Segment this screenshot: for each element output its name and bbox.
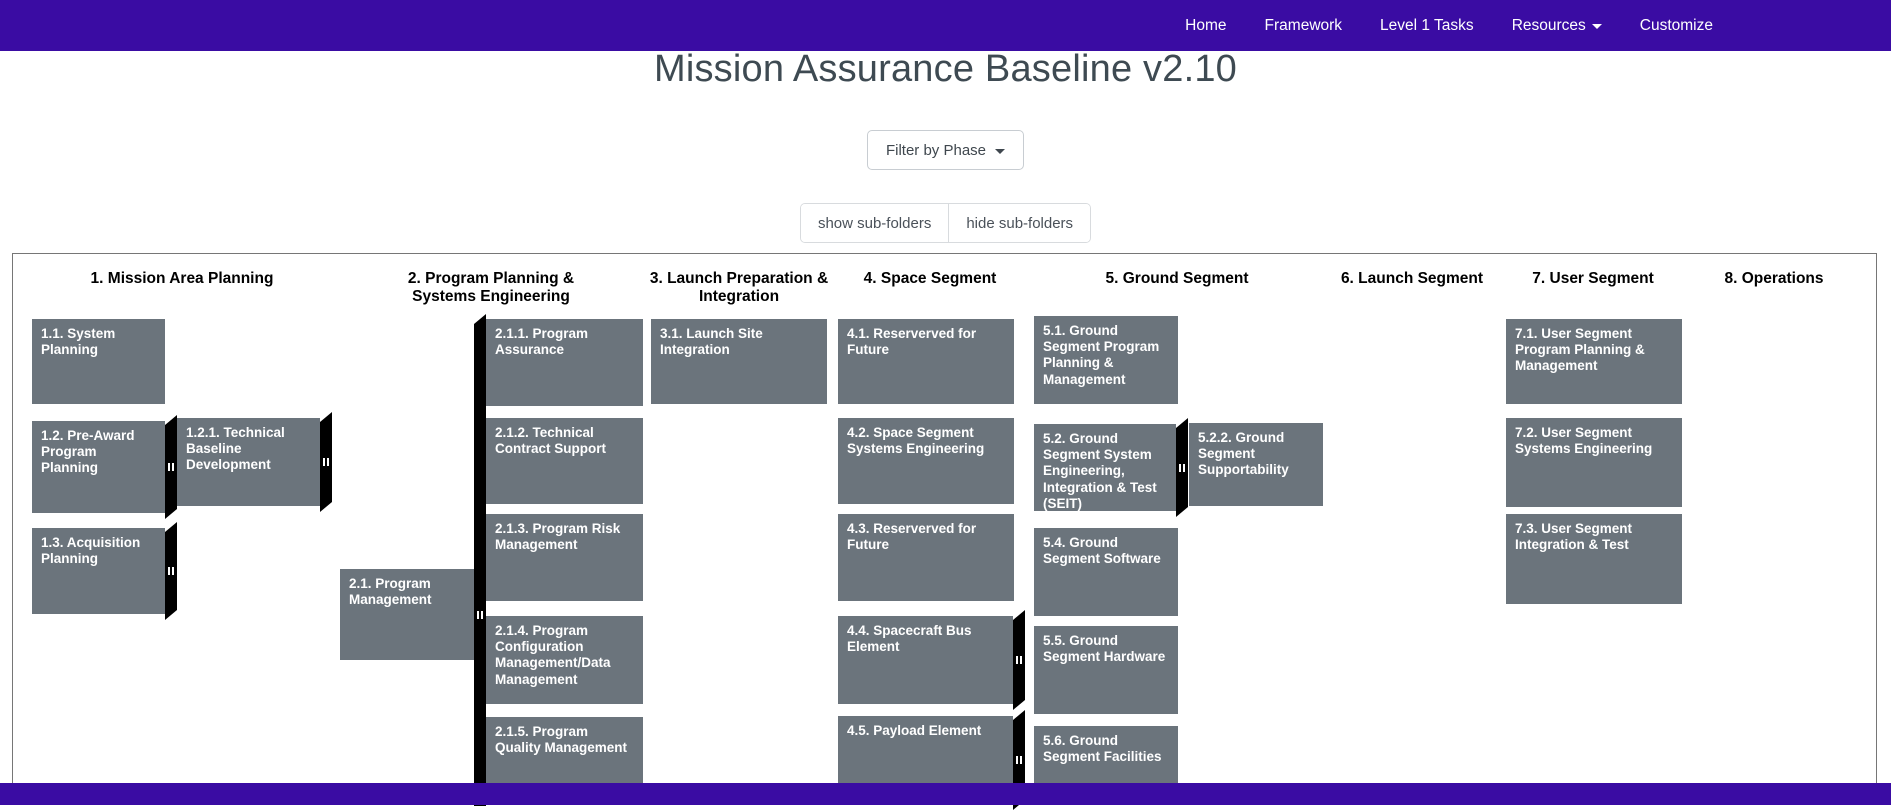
grip-icon (323, 458, 329, 466)
task-box-5-4[interactable]: 5.4. Ground Segment Software (1034, 528, 1178, 616)
task-box-2-1[interactable]: 2.1. Program Management (340, 569, 474, 660)
grip-icon (168, 567, 174, 575)
drag-handle-4-4[interactable] (1013, 610, 1025, 710)
nav-item-resources-dropdown[interactable]: Resources (1512, 17, 1602, 35)
drag-handle-2-1[interactable] (474, 314, 486, 806)
column-header-1: 1. Mission Area Planning (90, 270, 274, 287)
subfolder-button-group: show sub-folders hide sub-folders (799, 203, 1092, 243)
task-box-3-1[interactable]: 3.1. Launch Site Integration (651, 319, 827, 404)
task-box-7-3[interactable]: 7.3. User Segment Integration & Test (1506, 514, 1682, 604)
task-box-2-1-3[interactable]: 2.1.3. Program Risk Management (486, 514, 643, 601)
task-box-2-1-4[interactable]: 2.1.4. Program Configuration Management/… (486, 616, 643, 704)
hide-subfolders-button[interactable]: hide sub-folders (948, 204, 1091, 242)
nav-items: Home Framework Level 1 Tasks Resources C… (1185, 17, 1713, 35)
task-box-2-1-2[interactable]: 2.1.2. Technical Contract Support (486, 418, 643, 504)
footer-bar (0, 783, 1891, 805)
chevron-down-icon (995, 148, 1006, 154)
subfolder-row: show sub-folders hide sub-folders (0, 203, 1891, 243)
task-box-5-1[interactable]: 5.1. Ground Segment Program Planning & M… (1034, 316, 1178, 404)
show-subfolders-button[interactable]: show sub-folders (800, 204, 949, 242)
column-header-5: 5. Ground Segment (1105, 270, 1249, 287)
drag-handle-5-2[interactable] (1176, 418, 1188, 517)
grip-icon (168, 463, 174, 471)
task-box-2-1-1[interactable]: 2.1.1. Program Assurance (486, 319, 643, 406)
grip-icon (1016, 656, 1022, 664)
task-box-4-5-label: 4.5. Payload Element (847, 723, 982, 738)
nav-item-customize[interactable]: Customize (1640, 17, 1713, 35)
task-box-1-2-label: 1.2. Pre-Award Program Planning (41, 428, 135, 476)
task-box-4-4-label: 4.4. Spacecraft Bus Element (847, 623, 972, 655)
filter-row: Filter by Phase (0, 130, 1891, 170)
task-box-1-3[interactable]: 1.3. Acquisition Planning (32, 528, 165, 614)
grip-icon (1016, 756, 1022, 764)
task-box-5-2[interactable]: 5.2. Ground Segment System Engineering, … (1034, 424, 1176, 511)
task-box-4-3[interactable]: 4.3. Reserverved for Future (838, 514, 1014, 601)
task-box-4-2[interactable]: 4.2. Space Segment Systems Engineering (838, 418, 1014, 504)
column-header-2: 2. Program Planning & Systems Engineerin… (407, 270, 575, 305)
top-navbar: Home Framework Level 1 Tasks Resources C… (0, 0, 1891, 51)
grip-icon (1179, 464, 1185, 472)
nav-item-home[interactable]: Home (1185, 17, 1226, 35)
drag-handle-1-2-1[interactable] (320, 412, 332, 512)
column-header-6: 6. Launch Segment (1340, 270, 1484, 287)
task-box-7-1[interactable]: 7.1. User Segment Program Planning & Man… (1506, 319, 1682, 404)
chevron-down-icon (1591, 24, 1602, 29)
column-header-3: 3. Launch Preparation & Integration (649, 270, 829, 305)
column-header-8: 8. Operations (1724, 270, 1824, 287)
task-board: 1. Mission Area Planning 2. Program Plan… (12, 253, 1877, 805)
task-box-1-2[interactable]: 1.2. Pre-Award Program Planning (32, 421, 165, 513)
drag-handle-1-2[interactable] (165, 415, 177, 519)
grip-icon (477, 611, 483, 619)
nav-item-framework[interactable]: Framework (1265, 17, 1343, 35)
column-header-4: 4. Space Segment (863, 270, 997, 287)
task-box-4-1[interactable]: 4.1. Reserverved for Future (838, 319, 1014, 404)
task-box-5-2-2[interactable]: 5.2.2. Ground Segment Supportability (1189, 423, 1323, 506)
task-box-7-2[interactable]: 7.2. User Segment Systems Engineering (1506, 418, 1682, 507)
task-box-5-2-label: 5.2. Ground Segment System Engineering, … (1043, 431, 1157, 511)
nav-item-level1-tasks[interactable]: Level 1 Tasks (1380, 17, 1474, 35)
task-box-4-4[interactable]: 4.4. Spacecraft Bus Element (838, 616, 1013, 704)
filter-by-phase-button[interactable]: Filter by Phase (866, 130, 1025, 170)
task-box-5-5[interactable]: 5.5. Ground Segment Hardware (1034, 626, 1178, 714)
task-box-1-2-1[interactable]: 1.2.1. Technical Baseline Development (177, 418, 320, 506)
task-box-1-3-label: 1.3. Acquisition Planning (41, 535, 141, 567)
column-header-7: 7. User Segment (1532, 270, 1654, 287)
drag-handle-1-3[interactable] (165, 522, 177, 620)
filter-by-phase-label: Filter by Phase (885, 141, 987, 159)
nav-item-resources-label: Resources (1511, 16, 1586, 34)
task-box-1-1[interactable]: 1.1. System Planning (32, 319, 165, 404)
page-title: Mission Assurance Baseline v2.10 (653, 48, 1238, 90)
task-box-1-2-1-label: 1.2.1. Technical Baseline Development (186, 425, 285, 473)
